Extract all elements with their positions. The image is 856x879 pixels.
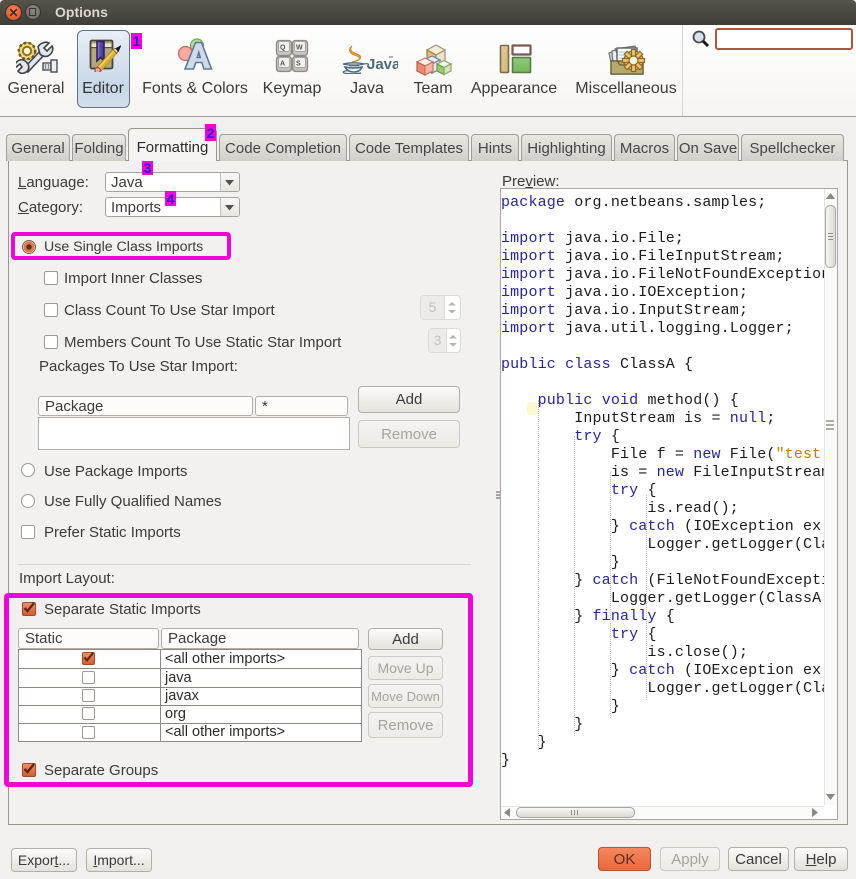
svg-text:W: W xyxy=(296,45,303,52)
svg-text:S: S xyxy=(296,61,301,68)
svg-text:Q: Q xyxy=(280,45,286,52)
svg-text:A: A xyxy=(280,61,285,68)
svg-text:Java: Java xyxy=(367,56,398,73)
